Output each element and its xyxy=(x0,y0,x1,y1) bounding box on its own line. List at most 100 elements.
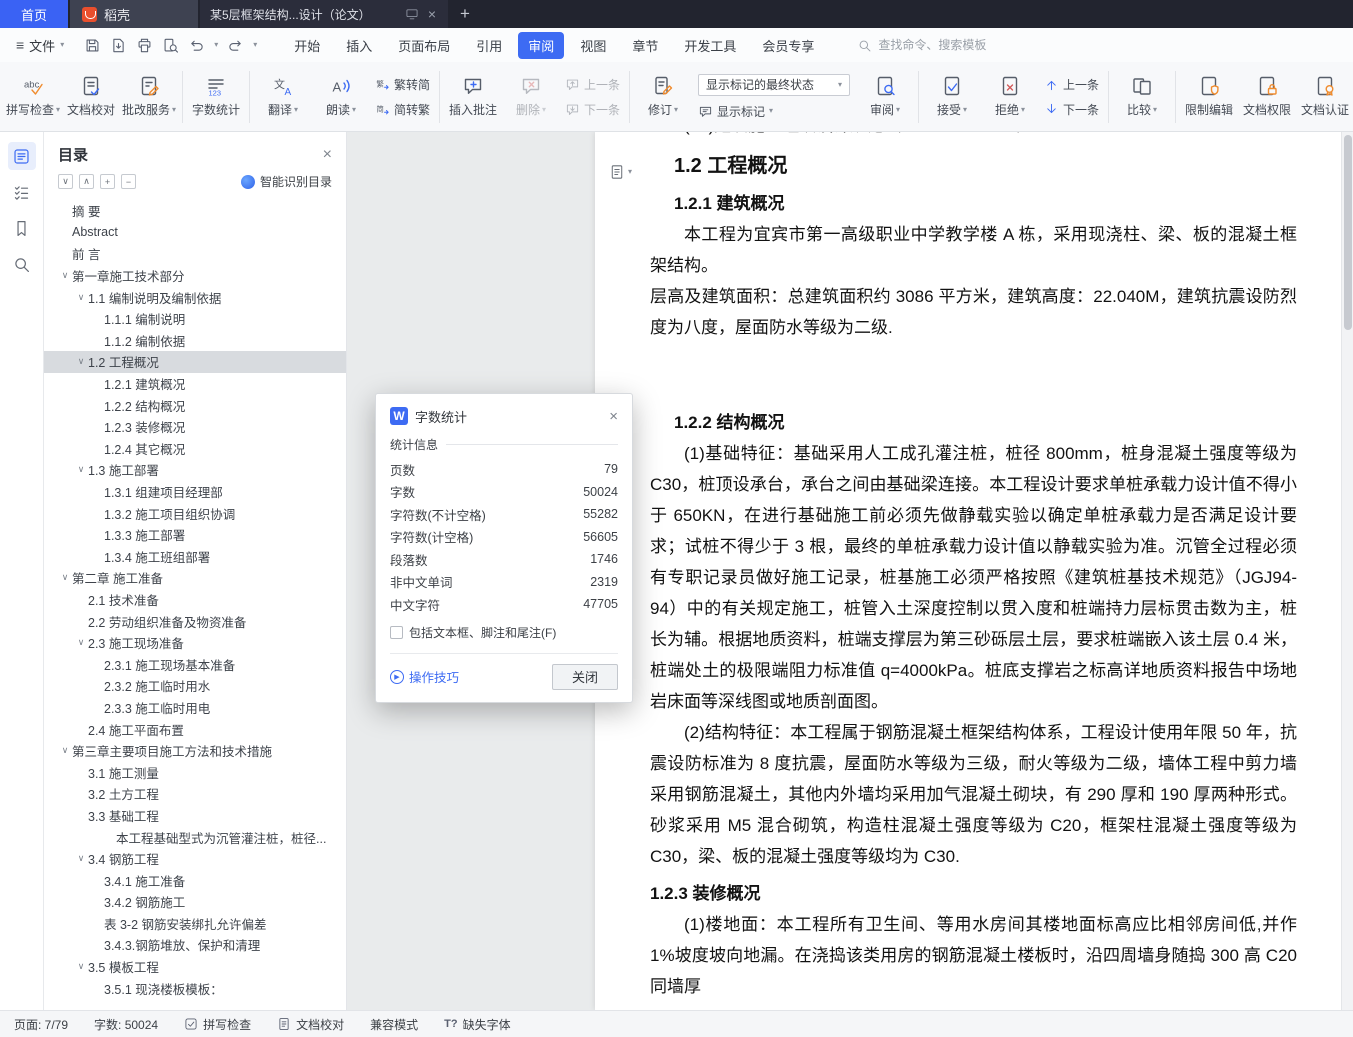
toc-item[interactable]: 2.3.3 施工临时用电 xyxy=(44,697,346,719)
toc-item[interactable]: ∨ 3.5 模板工程 xyxy=(44,956,346,978)
toc-item[interactable]: ∨ 1.3 施工部署 xyxy=(44,459,346,481)
toc-item[interactable]: ∨ 3.4 钢筋工程 xyxy=(44,848,346,870)
redo-button[interactable] xyxy=(227,37,244,54)
traditional-button[interactable]: 繁繁转简 xyxy=(375,76,430,93)
chevron-down-icon[interactable]: ∨ xyxy=(74,464,88,475)
toc-item[interactable]: ∨ 2.3 施工现场准备 xyxy=(44,632,346,654)
chevron-down-icon[interactable]: ∨ xyxy=(58,572,72,583)
home-tab[interactable]: 首页 xyxy=(0,0,68,28)
collapse-button[interactable]: − xyxy=(121,174,136,189)
translate-button[interactable]: 文 A 翻译 ▾ xyxy=(254,66,312,128)
tips-link[interactable]: ▶ 操作技巧 xyxy=(390,667,459,686)
menu-tab-4[interactable]: 审阅 xyxy=(518,31,565,59)
toc-item[interactable]: 1.3.4 施工班组部署 xyxy=(44,546,346,568)
correction-button[interactable]: 批改服务 ▾ xyxy=(120,66,178,128)
page-indicator[interactable]: 页面: 7/79 xyxy=(14,1016,68,1033)
toc-item[interactable]: 2.2 劳动组织准备及物资准备 xyxy=(44,610,346,632)
toc-item[interactable]: 2.3.1 施工现场基本准备 xyxy=(44,653,346,675)
menu-tab-3[interactable]: 引用 xyxy=(466,32,512,59)
toc-close-icon[interactable]: × xyxy=(323,146,332,164)
document-tab[interactable]: 某5层框架结构...设计（论文） × xyxy=(200,0,448,28)
document-tab-close-icon[interactable]: × xyxy=(426,6,438,22)
simplified-button[interactable]: 简简转繁 xyxy=(375,101,430,118)
chevron-down-icon[interactable]: ∨ xyxy=(74,853,88,864)
proofread-status[interactable]: 文档校对 xyxy=(277,1016,344,1033)
toc-item[interactable]: Abstract xyxy=(44,222,346,244)
read-aloud-button[interactable]: A 朗读 ▾ xyxy=(312,66,370,128)
save-button[interactable] xyxy=(84,37,101,54)
toc-item[interactable]: 表 3-2 钢筋安装绑扎允许偏差 xyxy=(44,913,346,935)
toc-item[interactable]: ∨ 1.2 工程概况 xyxy=(44,351,346,373)
chevron-down-icon[interactable]: ∨ xyxy=(74,961,88,972)
restrict-edit-button[interactable]: 限制编辑 xyxy=(1180,66,1238,128)
command-search-input[interactable] xyxy=(878,38,1039,52)
chevron-down-icon[interactable]: ∨ xyxy=(74,637,88,648)
toc-item[interactable]: 摘 要 xyxy=(44,200,346,222)
collapse-all-button[interactable]: ∧ xyxy=(79,174,94,189)
undo-button[interactable] xyxy=(188,37,205,54)
reject-button[interactable]: 拒绝 ▾ xyxy=(981,66,1039,128)
toc-item[interactable]: ∨ 第一章施工技术部分 xyxy=(44,265,346,287)
toc-item[interactable]: 3.4.1 施工准备 xyxy=(44,869,346,891)
toc-item[interactable]: 3.4.2 钢筋施工 xyxy=(44,891,346,913)
expand-all-button[interactable]: ∨ xyxy=(58,174,73,189)
new-tab-button[interactable]: + xyxy=(448,0,482,28)
toc-item[interactable]: 3.1 施工测量 xyxy=(44,761,346,783)
review-button[interactable]: 审阅 ▾ xyxy=(856,66,914,128)
toc-item[interactable]: 1.2.4 其它概况 xyxy=(44,438,346,460)
toc-item[interactable]: 3.2 土方工程 xyxy=(44,783,346,805)
toc-item[interactable]: 1.1.1 编制说明 xyxy=(44,308,346,330)
spellcheck-button[interactable]: abc 拼写检查 ▾ xyxy=(4,66,62,128)
bookmark-pane-button[interactable] xyxy=(8,214,36,242)
close-button[interactable]: 关闭 xyxy=(552,663,618,690)
toc-item[interactable]: 2.4 施工平面布置 xyxy=(44,718,346,740)
command-search[interactable] xyxy=(857,38,1039,53)
smart-toc-button[interactable]: 智能识别目录 xyxy=(240,173,332,190)
menu-tab-5[interactable]: 视图 xyxy=(570,32,616,59)
accept-button[interactable]: 接受 ▾ xyxy=(923,66,981,128)
toc-item[interactable]: 1.2.2 结构概况 xyxy=(44,394,346,416)
page-setup-icon[interactable]: ▾ xyxy=(609,164,632,180)
markup-state-select[interactable]: 显示标记的最终状态 ▾ xyxy=(698,73,851,96)
include-textbox-checkbox-row[interactable]: 包括文本框、脚注和尾注(F) xyxy=(390,624,618,641)
expand-button[interactable]: + xyxy=(100,174,115,189)
track-changes-button[interactable]: 修订 ▾ xyxy=(634,66,692,128)
print-preview-button[interactable] xyxy=(162,37,179,54)
toc-item[interactable]: 3.5.1 现浇楼板模板： xyxy=(44,977,346,999)
docer-tab[interactable]: 稻壳 xyxy=(70,0,198,28)
toc-item[interactable]: 2.1 技术准备 xyxy=(44,589,346,611)
menu-tab-1[interactable]: 插入 xyxy=(336,32,382,59)
compat-mode[interactable]: 兼容模式 xyxy=(370,1016,418,1033)
toc-item[interactable]: 1.3.2 施工项目组织协调 xyxy=(44,502,346,524)
chevron-down-icon[interactable]: ∨ xyxy=(58,745,72,756)
dialog-close-icon[interactable]: × xyxy=(609,408,618,425)
proofread-button[interactable]: 文档校对 xyxy=(62,66,120,128)
vertical-scrollbar[interactable] xyxy=(1341,132,1353,1010)
toc-item[interactable]: ∨ 第三章主要项目施工方法和技术措施 xyxy=(44,740,346,762)
toc-item[interactable]: 1.2.1 建筑概况 xyxy=(44,373,346,395)
print-button[interactable] xyxy=(136,37,153,54)
search-pane-button[interactable] xyxy=(8,250,36,278)
dialog-header[interactable]: W 字数统计 × xyxy=(390,402,618,430)
wordcount-button[interactable]: 123 字数统计 xyxy=(187,66,245,128)
catalog-pane-button[interactable] xyxy=(7,142,36,170)
prev-revision-button[interactable]: 上一条 xyxy=(1044,76,1099,93)
chevron-down-icon[interactable]: ∨ xyxy=(74,356,88,367)
toc-item[interactable]: 3.3 基础工程 xyxy=(44,805,346,827)
document-page[interactable]: (16)建筑施工组织设计规范（GB50502-2009） 1.2 工程概况 1.2.… xyxy=(595,132,1341,1010)
document-area[interactable]: (16)建筑施工组织设计规范（GB50502-2009） 1.2 工程概况 1.2.… xyxy=(347,132,1341,1010)
menu-tab-0[interactable]: 开始 xyxy=(284,32,330,59)
toc-item[interactable]: 本工程基础型式为沉管灌注桩，桩径... xyxy=(44,826,346,848)
toc-item[interactable]: ∨ 1.1 编制说明及编制依据 xyxy=(44,286,346,308)
chevron-down-icon[interactable]: ∨ xyxy=(58,270,72,281)
doc-certify-button[interactable]: 文档认证 xyxy=(1296,66,1353,128)
checkbox-icon[interactable] xyxy=(390,625,403,639)
doc-permission-button[interactable]: 文档权限 xyxy=(1238,66,1296,128)
toc-item[interactable]: 1.2.3 装修概况 xyxy=(44,416,346,438)
show-markup-button[interactable]: 显示标记 ▾ xyxy=(698,103,850,120)
insert-comment-button[interactable]: 插入批注 xyxy=(444,66,502,128)
menu-tab-7[interactable]: 开发工具 xyxy=(674,32,746,59)
missing-font[interactable]: T? 缺失字体 xyxy=(444,1016,510,1033)
spellcheck-status[interactable]: 拼写检查 xyxy=(184,1016,251,1033)
scrollbar-thumb[interactable] xyxy=(1344,135,1352,330)
